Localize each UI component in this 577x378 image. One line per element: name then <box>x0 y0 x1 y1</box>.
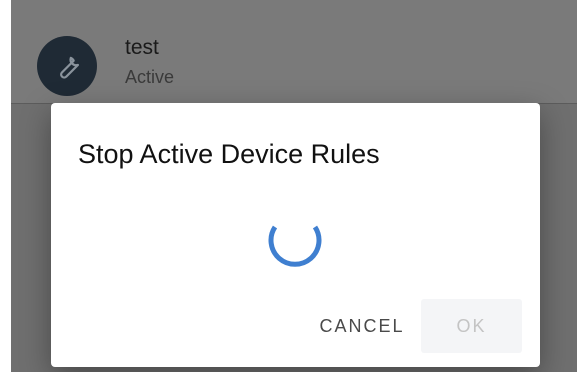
rule-title: test <box>125 36 159 59</box>
cancel-button[interactable]: CANCEL <box>307 299 417 353</box>
stop-rules-dialog: Stop Active Device Rules CANCEL OK <box>51 103 540 367</box>
loading-spinner-icon <box>268 225 322 267</box>
left-gutter <box>0 0 11 378</box>
ok-button[interactable]: OK <box>421 299 522 353</box>
dialog-title: Stop Active Device Rules <box>78 139 380 169</box>
dialog-actions: CANCEL OK <box>51 299 540 353</box>
bottom-gutter <box>0 372 577 378</box>
rule-status: Active <box>125 67 175 87</box>
rule-list-item[interactable]: test Active <box>11 0 577 104</box>
wrench-icon <box>37 36 97 96</box>
